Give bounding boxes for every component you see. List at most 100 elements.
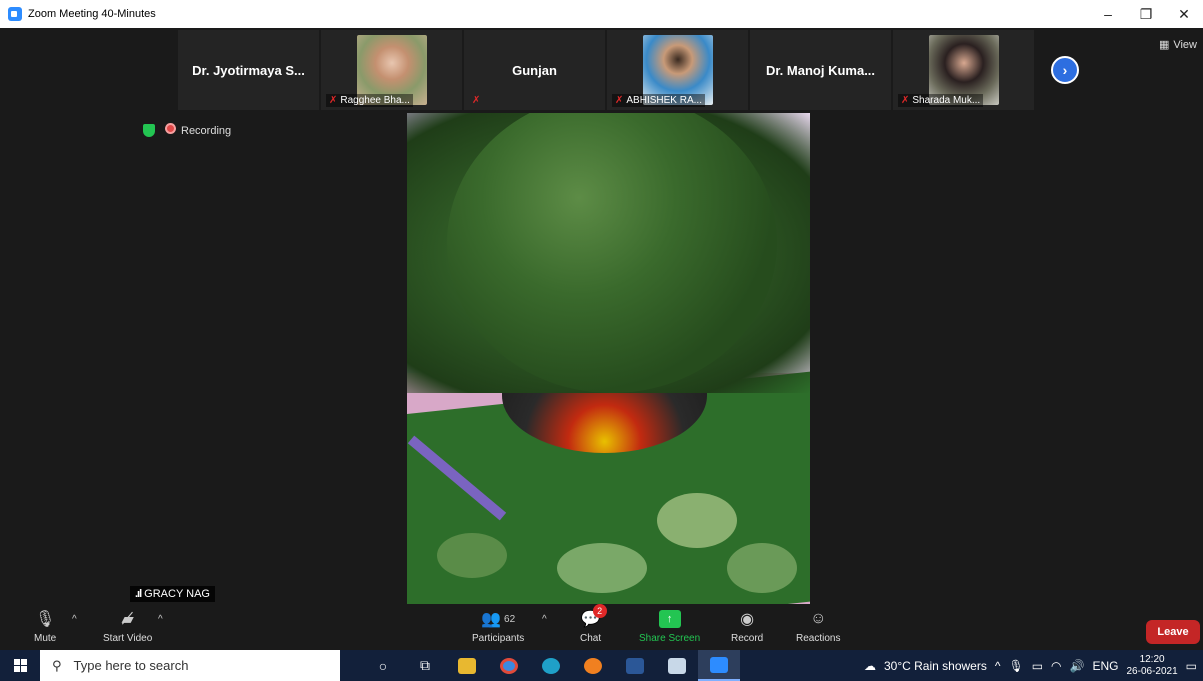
chrome-button[interactable]: [488, 650, 530, 681]
grid-view-icon: ▦: [1158, 39, 1170, 51]
battery-icon[interactable]: ▭: [1032, 659, 1043, 673]
zoom-app-icon: [8, 7, 22, 21]
recording-indicator: Recording: [143, 123, 231, 137]
participant-tile[interactable]: ✗ ABHISHEK RA...: [607, 30, 748, 110]
taskbar-search[interactable]: ⚲ Type here to search: [40, 650, 340, 681]
security-shield-icon: [143, 123, 155, 137]
windows-taskbar: ⚲ Type here to search ○ ⧉ ☁ 30°C Rain sh…: [0, 650, 1203, 681]
word-button[interactable]: [614, 650, 656, 681]
participant-tile[interactable]: Gunjan ✗: [464, 30, 605, 110]
app-button[interactable]: [656, 650, 698, 681]
taskbar-apps: ○ ⧉: [362, 650, 740, 681]
reactions-icon: ☺: [810, 610, 827, 627]
wifi-icon[interactable]: ◠: [1051, 659, 1061, 673]
edge-icon: [542, 657, 560, 674]
mat-leaf: [727, 543, 797, 593]
weather-text[interactable]: 30°C Rain showers: [884, 659, 987, 673]
leave-button[interactable]: Leave: [1146, 620, 1200, 644]
reactions-label: Reactions: [796, 633, 841, 644]
mat-leaf: [657, 493, 737, 548]
chat-label: Chat: [580, 633, 602, 644]
audio-options-caret[interactable]: ^: [72, 614, 77, 625]
participant-tile[interactable]: Dr. Manoj Kuma...: [750, 30, 891, 110]
microphone-tray-icon: 🎙: [1008, 658, 1024, 673]
restore-button[interactable]: ❐: [1127, 0, 1165, 28]
participants-label: Participants: [472, 633, 525, 644]
chrome-icon: [500, 657, 518, 674]
record-button[interactable]: ◉ Record: [731, 608, 763, 644]
participant-tile[interactable]: Dr. Jyotirmaya S...: [178, 30, 319, 110]
window-titlebar: Zoom Meeting 40-Minutes – ❐ ✕: [0, 0, 1203, 28]
reactions-button[interactable]: ☺ Reactions: [796, 608, 840, 644]
meeting-area: Dr. Jyotirmaya S... ✗ Ragghee Bha... Gun…: [0, 28, 1203, 650]
start-video-label: Start Video: [103, 633, 153, 644]
participants-count: 62: [504, 613, 516, 625]
mic-muted-icon: ✗: [615, 95, 624, 106]
participant-label: ✗ Ragghee Bha...: [326, 94, 413, 107]
participant-name: Dr. Jyotirmaya S...: [192, 62, 305, 78]
main-video-name: GRACY NAG: [144, 588, 210, 600]
participants-icon: 👥 62: [481, 611, 516, 628]
folder-icon: [458, 657, 476, 674]
cortana-button[interactable]: ○: [362, 650, 404, 681]
participant-tile[interactable]: ✗ Ragghee Bha...: [321, 30, 462, 110]
language-indicator[interactable]: ENG: [1092, 659, 1118, 673]
zoom-taskbar-button[interactable]: [698, 650, 740, 681]
clock-date: 26-06-2021: [1126, 665, 1178, 677]
chat-button[interactable]: 💬 2 Chat: [580, 604, 607, 644]
cortana-icon: ○: [378, 657, 388, 674]
main-video: [407, 113, 810, 604]
chat-icon: 💬 2: [581, 604, 607, 630]
window-controls: – ❐ ✕: [1089, 0, 1203, 28]
participant-name: Gunjan: [512, 62, 557, 78]
main-video-name-tag: .ıl GRACY NAG: [130, 586, 215, 602]
clock-time: 12:20: [1139, 653, 1165, 665]
mic-muted-icon: ✗: [901, 95, 910, 106]
minimize-button[interactable]: –: [1089, 0, 1127, 28]
search-placeholder: Type here to search: [73, 658, 189, 673]
view-button[interactable]: ▦ View: [1158, 38, 1197, 52]
next-page-button[interactable]: ›: [1051, 56, 1079, 84]
participants-options-caret[interactable]: ^: [542, 614, 547, 625]
start-video-button[interactable]: ▰̸ Start Video: [103, 608, 152, 644]
window-title: Zoom Meeting 40-Minutes: [28, 8, 156, 20]
task-view-icon: ⧉: [420, 657, 430, 673]
close-button[interactable]: ✕: [1165, 0, 1203, 28]
participant-name: Sharada Muk...: [912, 95, 981, 106]
file-explorer-button[interactable]: [446, 650, 488, 681]
share-screen-label: Share Screen: [639, 633, 701, 644]
record-dot-icon: [165, 123, 176, 134]
participants-button[interactable]: 👥 62 Participants: [472, 608, 524, 644]
mic-muted-icon: ✗: [329, 95, 338, 106]
tray-expand-icon[interactable]: ^: [995, 659, 1001, 673]
recording-label: Recording: [181, 125, 232, 137]
edge-button[interactable]: [530, 650, 572, 681]
video-off-icon: ▰̸: [121, 611, 134, 628]
participant-label: ✗ Sharada Muk...: [898, 94, 984, 107]
video-options-caret[interactable]: ^: [158, 614, 163, 625]
mic-muted-icon: ✗: [472, 95, 481, 106]
system-tray: ☁ 30°C Rain showers ^ 🎙 ▭ ◠ 🔊 ENG 12:20 …: [864, 650, 1203, 681]
app-icon: [668, 657, 686, 674]
volume-icon[interactable]: 🔊: [1070, 659, 1085, 673]
thumbnail-strip: Dr. Jyotirmaya S... ✗ Ragghee Bha... Gun…: [178, 30, 1034, 110]
participant-label: ✗: [469, 94, 483, 107]
participant-name: Dr. Manoj Kuma...: [765, 62, 876, 78]
firefox-button[interactable]: [572, 650, 614, 681]
zoom-icon: [710, 656, 728, 673]
record-icon: ◉: [740, 611, 755, 628]
record-label: Record: [731, 633, 764, 644]
mute-button[interactable]: 🎙 Mute: [34, 608, 56, 644]
recording-status: Recording: [165, 123, 231, 137]
start-button[interactable]: [0, 650, 40, 681]
participant-name: ABHISHEK RA...: [626, 95, 702, 106]
clock[interactable]: 12:20 26-06-2021: [1127, 654, 1178, 678]
notifications-icon[interactable]: ▭: [1186, 659, 1197, 673]
search-icon: ⚲: [52, 657, 62, 673]
firefox-icon: [584, 657, 602, 674]
participant-tile[interactable]: ✗ Sharada Muk...: [893, 30, 1034, 110]
share-screen-button[interactable]: ↑ Share Screen: [639, 608, 700, 644]
windows-logo-icon: [13, 659, 27, 672]
task-view-button[interactable]: ⧉: [404, 650, 446, 681]
microphone-icon: 🎙: [34, 611, 56, 628]
